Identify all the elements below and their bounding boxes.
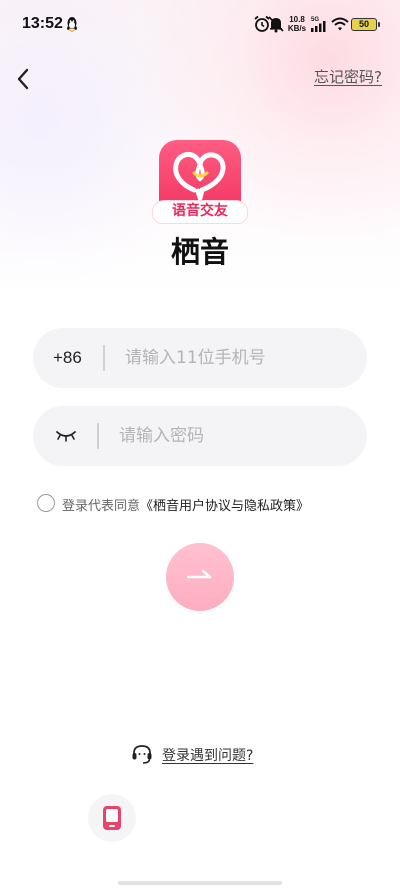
- phone-field[interactable]: +86: [33, 328, 367, 388]
- agreement-link[interactable]: 《栖音用户协议与隐私政策》: [140, 499, 309, 514]
- arrow-right-icon: [187, 569, 212, 579]
- forgot-password-link[interactable]: 忘记密码?: [314, 66, 382, 87]
- network-type: 5G: [311, 17, 319, 23]
- wifi-icon: [331, 17, 349, 31]
- country-code[interactable]: +86: [53, 348, 82, 368]
- login-submit-button[interactable]: [166, 543, 234, 611]
- help-link[interactable]: 登录遇到问题?: [162, 745, 253, 765]
- bell-muted-icon: [268, 16, 284, 33]
- net-speed-value: 10.8: [289, 15, 305, 24]
- headset-icon: [132, 745, 152, 764]
- qq-penguin-icon: [67, 17, 77, 32]
- password-field[interactable]: [33, 406, 367, 466]
- app-name: 栖音: [170, 235, 229, 269]
- back-button[interactable]: [14, 66, 34, 92]
- agreement-prefix: 登录代表同意: [62, 499, 141, 514]
- field-divider: [103, 345, 105, 371]
- phone-login-button[interactable]: [88, 794, 136, 842]
- phone-input[interactable]: [125, 328, 355, 388]
- heart-speech-icon: [173, 151, 226, 201]
- battery-indicator: 50: [351, 18, 380, 31]
- password-input[interactable]: [119, 406, 355, 466]
- net-speed: 10.8 KB/s: [286, 15, 308, 33]
- phone-login-icon: [103, 806, 121, 830]
- eye-closed-icon[interactable]: [55, 429, 77, 443]
- logo-tag: 语音交友: [152, 200, 248, 224]
- status-bar: 13:52 10.8 KB/s 5G 50: [0, 0, 400, 50]
- agreement-checkbox[interactable]: [37, 494, 55, 512]
- net-speed-unit: KB/s: [287, 24, 307, 33]
- status-time: 13:52: [22, 15, 63, 32]
- agreement-text: 登录代表同意《栖音用户协议与隐私政策》: [62, 495, 309, 514]
- home-indicator[interactable]: [118, 881, 282, 885]
- chevron-left-icon: [17, 68, 29, 90]
- field-divider: [97, 423, 99, 449]
- cellular-signal-icon: 5G: [311, 17, 326, 32]
